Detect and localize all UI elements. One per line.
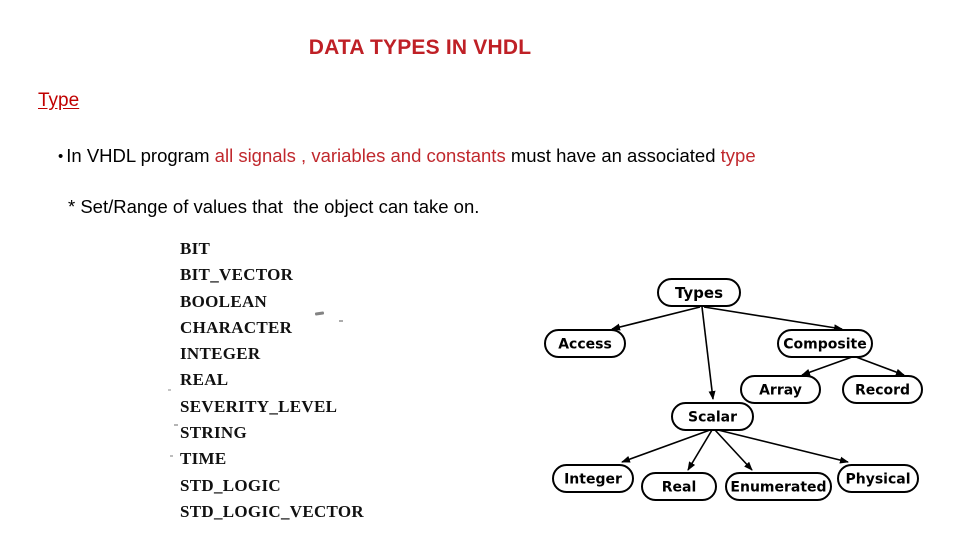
list-item: CHARACTER [180, 317, 293, 337]
node-label-physical: Physical [845, 472, 910, 488]
diagram-node-real[interactable]: Real [641, 472, 717, 501]
node-label-integer: Integer [564, 472, 622, 488]
node-label-types: Types [675, 284, 723, 302]
bullet-text-part-3: must have an associated [505, 145, 721, 166]
diagram-node-scalar[interactable]: Scalar [671, 402, 754, 431]
note-line: * Set/Range of values that the object ca… [68, 196, 480, 217]
scan-artifact [168, 389, 171, 391]
list-item: BOOLEAN [180, 291, 268, 311]
edge-types-scalar [701, 306, 716, 400]
list-item: TIME [180, 449, 227, 469]
edge-types-composite [703, 306, 843, 332]
edge-scalar-enumerated [714, 429, 753, 471]
diagram-node-array[interactable]: Array [740, 375, 821, 404]
scan-artifact [174, 424, 178, 426]
edge-composite-record [855, 356, 905, 376]
diagram-node-types[interactable]: Types [657, 278, 741, 307]
node-label-array: Array [759, 383, 802, 399]
scan-artifact [339, 320, 343, 322]
vhdl-type-list: BIT BIT_VECTOR BOOLEAN CHARACTER INTEGER… [180, 236, 364, 525]
edge-scalar-integer [621, 429, 711, 463]
list-item: BIT_VECTOR [180, 265, 294, 285]
diagram-node-enumerated[interactable]: Enumerated [725, 472, 832, 501]
node-label-scalar: Scalar [688, 410, 737, 426]
section-heading-type: Type [38, 90, 80, 111]
bullet-statement: • In VHDL program all signals , variables… [58, 145, 756, 167]
list-item: STRING [180, 423, 247, 443]
bullet-text-part-2-red: all signals , variables and constants [214, 145, 506, 166]
edge-composite-array [801, 356, 853, 376]
node-label-composite: Composite [783, 337, 866, 353]
bullet-text-part-1: In VHDL program [66, 145, 215, 166]
list-item: STD_LOGIC_VECTOR [180, 501, 364, 521]
diagram-node-integer[interactable]: Integer [552, 464, 634, 493]
node-label-access: Access [558, 337, 612, 353]
list-item: BIT [180, 239, 211, 258]
diagram-node-record[interactable]: Record [842, 375, 923, 404]
list-item: STD_LOGIC [180, 475, 281, 495]
diagram-node-composite[interactable]: Composite [777, 329, 873, 358]
diagram-node-access[interactable]: Access [544, 329, 626, 358]
scan-artifact [170, 455, 173, 457]
slide-canvas: DATA TYPES IN VHDL Type • In VHDL program… [0, 0, 960, 540]
edge-scalar-physical [717, 429, 849, 464]
node-label-record: Record [855, 383, 910, 399]
bullet-marker-icon: • [58, 148, 64, 165]
page-title: DATA TYPES IN VHDL [308, 36, 532, 59]
node-label-enumerated: Enumerated [730, 480, 826, 496]
list-item: SEVERITY_LEVEL [180, 396, 338, 416]
vhdl-type-hierarchy-diagram: Types Access Composite Array Record Scal… [530, 265, 950, 515]
bullet-text-part-4-red: type [720, 145, 756, 166]
list-item: INTEGER [180, 344, 261, 364]
diagram-node-physical[interactable]: Physical [837, 464, 919, 493]
node-label-real: Real [662, 480, 697, 496]
list-item: REAL [180, 370, 229, 390]
edge-types-access [611, 306, 701, 331]
